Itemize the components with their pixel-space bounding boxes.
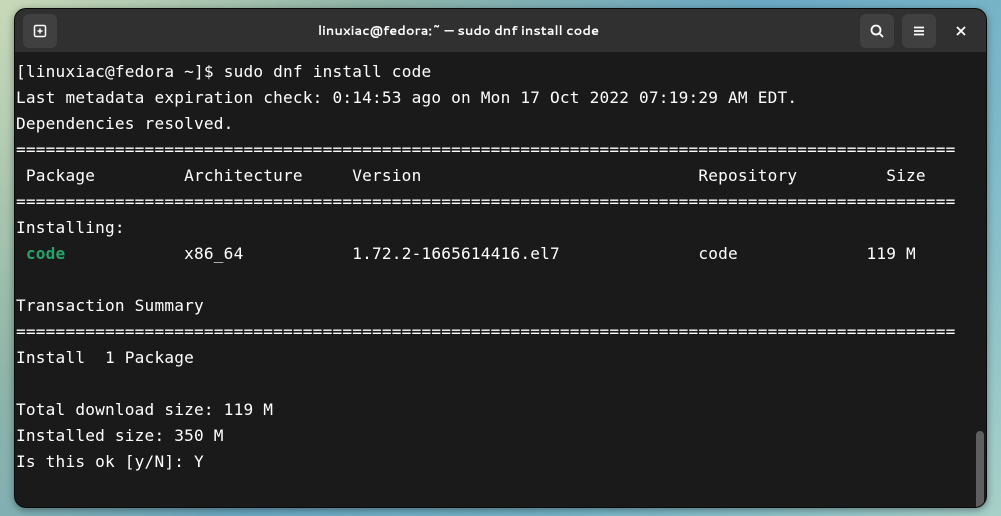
output-rule: ========================================… (16, 140, 955, 159)
window-title: linuxiac@fedora:~ — sudo dnf install cod… (57, 22, 860, 40)
output-rule: ========================================… (16, 192, 955, 211)
output-line: Is this ok [y/N]: Y (16, 452, 204, 471)
menu-button[interactable] (902, 14, 936, 48)
package-details: x86_64 1.72.2-1665614416.el7 code 119 M (65, 244, 915, 263)
output-line: Dependencies resolved. (16, 114, 234, 133)
prompt-suffix: ]$ (194, 62, 224, 81)
output-header: Package Architecture Version Repository … (16, 166, 926, 185)
output-line: Last metadata expiration check: 0:14:53 … (16, 88, 797, 107)
output-line: Install 1 Package (16, 348, 194, 367)
output-line: Installed size: 350 M (16, 426, 224, 445)
package-name: code (26, 244, 66, 263)
pkg-indent (16, 244, 26, 263)
titlebar: linuxiac@fedora:~ — sudo dnf install cod… (15, 9, 986, 53)
output-line: Transaction Summary (16, 296, 204, 315)
prompt-user-host: linuxiac@fedora (26, 62, 174, 81)
prompt-bracket: [ (16, 62, 26, 81)
close-button[interactable] (944, 14, 978, 48)
output-line: Total download size: 119 M (16, 400, 273, 419)
output-rule: ========================================… (16, 322, 955, 341)
command-text: sudo dnf install code (224, 62, 432, 81)
scrollbar-thumb[interactable] (976, 431, 984, 508)
terminal-window: linuxiac@fedora:~ — sudo dnf install cod… (14, 8, 987, 508)
new-tab-button[interactable] (23, 14, 57, 48)
search-button[interactable] (860, 14, 894, 48)
terminal-output[interactable]: [linuxiac@fedora ~]$ sudo dnf install co… (15, 53, 986, 475)
prompt-path: ~ (174, 62, 194, 81)
output-line: Installing: (16, 218, 125, 237)
